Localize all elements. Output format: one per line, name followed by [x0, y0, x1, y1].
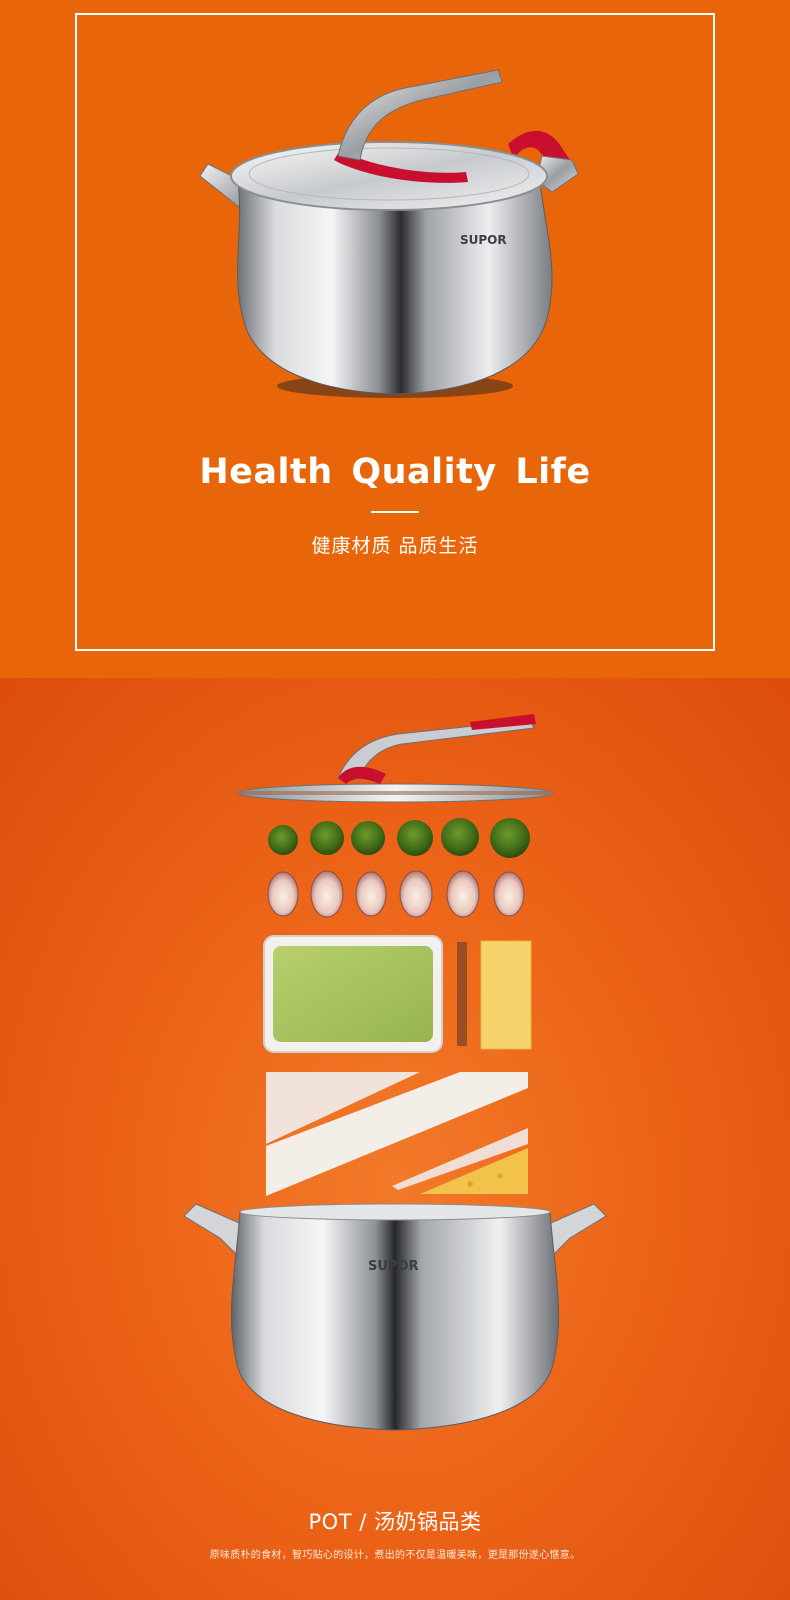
- spice-stick: [457, 942, 467, 1046]
- hero-subtitle: 健康材质 品质生活: [311, 535, 479, 557]
- shallot-row: [267, 870, 525, 918]
- hero-divider: [371, 511, 419, 513]
- floating-lid: [236, 714, 554, 803]
- caption-description: 原味质朴的食材，智巧贴心的设计，煮出的不仅是温暖美味，更是那份遂心惬意。: [209, 1550, 581, 1561]
- hero-title: Health Quality Life: [199, 452, 591, 492]
- caption-title: POT / 汤奶锅品类: [308, 1510, 482, 1534]
- flatlay-pot: SUPOR: [183, 1203, 607, 1431]
- flatlay-section: SUPOR: [0, 678, 790, 1600]
- butter-block: [480, 940, 532, 1050]
- hero-section: SUPOR Health Quality Life 健康材质 品质生活: [0, 0, 790, 678]
- flatlay-brand-mark: SUPOR: [368, 1259, 419, 1274]
- hero-brand-mark: SUPOR: [460, 233, 507, 247]
- soup-tray: [263, 935, 443, 1053]
- broccoli-row: [268, 818, 530, 858]
- hero-pot-image: SUPOR: [199, 69, 579, 398]
- flatlay-scene: SUPOR: [183, 714, 607, 1431]
- flour-wedges: [266, 1072, 528, 1196]
